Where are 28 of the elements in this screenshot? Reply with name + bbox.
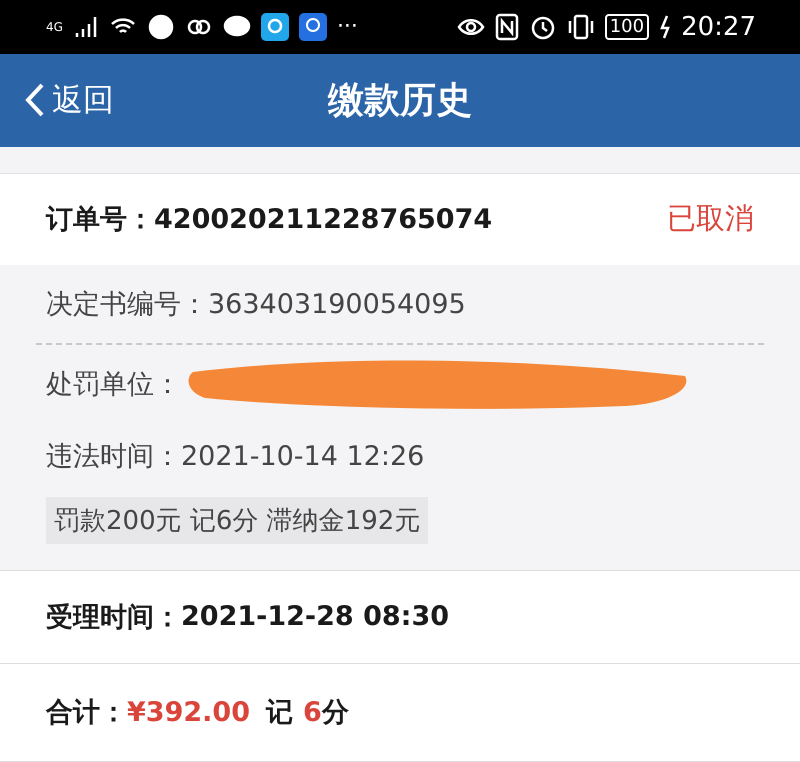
nfc-icon [494, 12, 519, 41]
points-prefix: 记 [266, 696, 293, 730]
network-label: 4G [46, 20, 63, 33]
more-indicator: ··· [336, 16, 358, 38]
accepted-label: 受理时间： [46, 600, 181, 635]
points-value: 6 [302, 696, 322, 728]
back-icon [24, 82, 46, 118]
detail-value: 363403190054095 [208, 288, 466, 320]
page-title: 缴款历史 [328, 78, 472, 123]
detail-value: 2021-10-14 12:26 [181, 440, 424, 472]
clock-time: 20:27 [681, 14, 756, 40]
detail-label: 处罚单位： [46, 368, 181, 402]
order-status: 已取消 [667, 200, 754, 238]
order-label: 订单号： [46, 203, 154, 238]
order-number: 420020211228765074 [154, 204, 492, 235]
penalty-summary-tag: 罚款200元 记6分 滞纳金192元 [46, 497, 428, 544]
back-button[interactable]: 返回 [24, 79, 114, 122]
battery-label: 100 [604, 14, 650, 40]
detail-label: 决定书编号： [46, 288, 208, 322]
points-suffix: 分 [322, 696, 349, 730]
charging-icon [659, 12, 672, 41]
vibrate-icon [566, 12, 595, 41]
detail-label: 违法时间： [46, 440, 181, 474]
total-label: 合计： [46, 696, 127, 730]
app-icon [260, 12, 289, 41]
accepted-time: 2021-12-28 08:30 [181, 601, 450, 632]
bulb-app-icon [298, 12, 327, 41]
total-amount: ¥392.00 [127, 696, 250, 728]
